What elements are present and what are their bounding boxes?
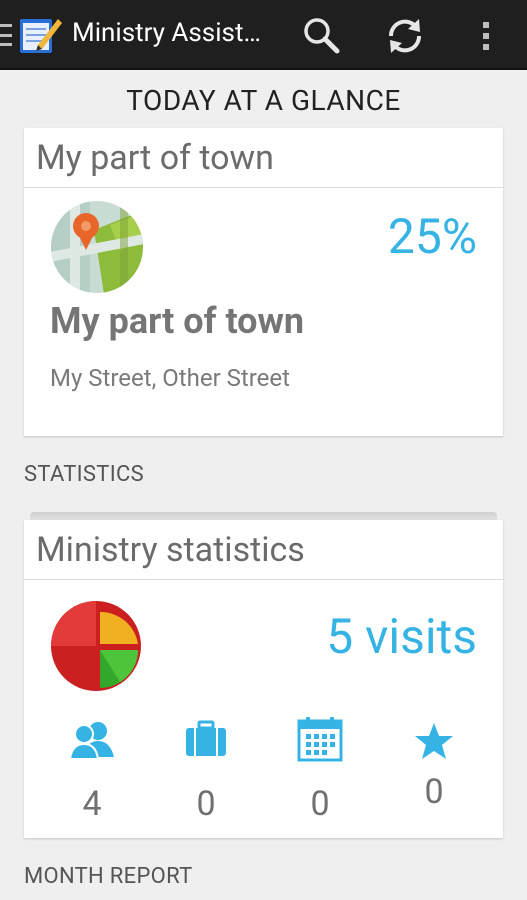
month-report-label: MONTH REPORT: [24, 864, 193, 889]
star-icon: [415, 723, 453, 759]
stat-people-value: 4: [82, 784, 102, 824]
people-icon: [68, 722, 114, 759]
briefcase-icon: [186, 720, 226, 756]
app-title: Ministry Assist…: [72, 18, 261, 48]
territory-card[interactable]: My part of town 25% My part of town My S…: [24, 128, 503, 436]
sync-button[interactable]: [381, 12, 429, 60]
sync-icon: [388, 19, 422, 53]
stat-calendar: 0: [270, 716, 370, 824]
overflow-menu-icon: [483, 22, 489, 50]
stat-briefcase: 0: [156, 716, 256, 824]
territory-progress: 25%: [387, 208, 477, 265]
stat-briefcase-value: 0: [196, 784, 216, 824]
stat-star-value: 0: [424, 772, 444, 812]
stat-star: 0: [384, 718, 484, 812]
menu-icon[interactable]: [0, 24, 14, 46]
territory-card-title: My part of town: [24, 128, 503, 188]
territory-name: My part of town: [50, 300, 305, 342]
territory-streets: My Street, Other Street: [50, 364, 290, 392]
search-icon: [304, 18, 340, 54]
stat-people: 4: [42, 716, 142, 824]
pie-chart-icon: [51, 601, 141, 691]
visits-count: 5 visits: [326, 608, 477, 665]
statistics-card-title: Ministry statistics: [24, 520, 503, 580]
stat-calendar-value: 0: [310, 784, 330, 824]
statistics-label: STATISTICS: [24, 462, 144, 487]
app-notepad-icon[interactable]: [18, 15, 62, 55]
calendar-icon: [297, 717, 343, 762]
action-bar: Ministry Assist…: [0, 0, 527, 70]
statistics-card[interactable]: Ministry statistics 5 visits 4 0 0 0: [24, 520, 503, 838]
search-button[interactable]: [298, 12, 346, 60]
overflow-menu-button[interactable]: [462, 12, 510, 60]
page-title: TODAY AT A GLANCE: [126, 84, 401, 117]
map-icon: [51, 201, 143, 293]
